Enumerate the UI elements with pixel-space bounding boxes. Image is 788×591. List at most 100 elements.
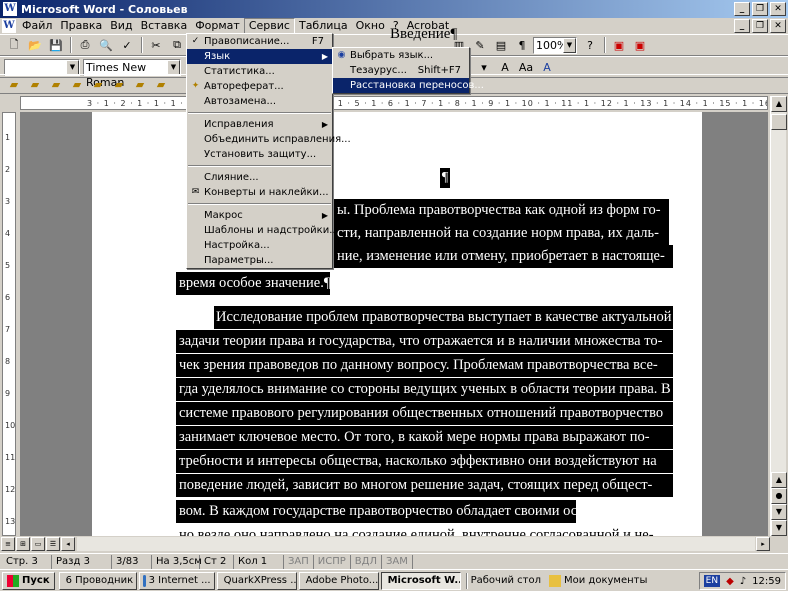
menu-item-merge-documents[interactable]: Объединить исправления... — [187, 132, 351, 147]
volume-icon[interactable]: ♪ — [740, 576, 746, 587]
scroll-down-icon[interactable]: ▼ — [771, 504, 787, 520]
menu-format[interactable]: Формат — [191, 18, 244, 34]
close-button[interactable]: ✕ — [770, 2, 786, 16]
doc-restore-button[interactable]: ❐ — [752, 19, 768, 33]
submenu-item-hyphenation[interactable]: Расстановка переносов... — [333, 78, 484, 93]
menu-window[interactable]: Окно — [352, 18, 389, 34]
menu-item-templates-addins[interactable]: Шаблоны и надстройки... — [187, 223, 339, 238]
scroll-up-icon[interactable]: ▲ — [771, 472, 787, 488]
document-icon[interactable]: W — [2, 19, 16, 33]
status-rec[interactable]: ЗАП — [284, 554, 314, 569]
menu-insert[interactable]: Вставка — [137, 18, 192, 34]
save-icon[interactable]: 💾 — [46, 36, 66, 54]
task-photoshop[interactable]: Adobe Photo... — [298, 571, 379, 590]
vertical-ruler[interactable]: 1 2 3 4 5 6 7 8 9 10 11 12 13 — [2, 112, 16, 536]
menu-view[interactable]: Вид — [106, 18, 136, 34]
drawing-icon[interactable]: ✎ — [470, 36, 490, 54]
menu-item-track-changes[interactable]: Исправления ▶ — [187, 117, 332, 132]
menu-table[interactable]: Таблица — [295, 18, 352, 34]
show-hide-icon[interactable]: ¶ — [512, 36, 532, 54]
task-label: QuarkXPress ... — [223, 574, 297, 586]
doc-close-button[interactable]: ✕ — [770, 19, 786, 33]
status-ext[interactable]: ВДЛ — [351, 554, 382, 569]
my-documents-link[interactable]: Мои документы — [564, 575, 647, 586]
horizontal-scroll-track[interactable] — [77, 537, 755, 551]
minimize-button[interactable]: _ — [734, 2, 750, 16]
document-map-icon[interactable]: ▤ — [491, 36, 511, 54]
copy-icon[interactable]: ⧉ — [167, 36, 187, 54]
doc-minimize-button[interactable]: _ — [734, 19, 750, 33]
submenu-item-set-language[interactable]: ◉ Выбрать язык... — [333, 48, 469, 63]
menu-tools[interactable]: Сервис — [243, 18, 295, 34]
toolbar-tool-icon[interactable]: ▰ — [4, 75, 24, 93]
restore-button[interactable]: ❐ — [752, 2, 768, 16]
text-line-8-content: гда уделялось внимание со стороны ведущи… — [179, 381, 671, 397]
font-select[interactable]: Times New Roman ▼ — [83, 58, 181, 89]
clock[interactable]: 12:59 — [752, 576, 781, 587]
new-document-icon[interactable]: 🗋 — [4, 36, 24, 54]
language-indicator[interactable]: EN — [703, 575, 721, 587]
toolbar-tool-icon[interactable]: ▰ — [88, 75, 108, 93]
menu-item-language[interactable]: Язык ▶ — [187, 49, 332, 64]
web-view-icon[interactable]: ⊞ — [16, 537, 30, 551]
open-folder-icon[interactable]: 📂 — [25, 36, 45, 54]
acrobat-email-icon[interactable]: ▣ — [630, 36, 650, 54]
spelling-icon[interactable]: ✓ — [117, 36, 137, 54]
task-explorer[interactable]: 6 Проводник — [58, 571, 137, 590]
scroll-up-icon[interactable]: ▲ — [771, 96, 787, 112]
menu-item-autocorrect[interactable]: Автозамена... — [187, 94, 332, 109]
vertical-scrollbar[interactable]: ▲ ▲ ● ▼ ▼ — [770, 96, 787, 536]
status-trk[interactable]: ИСПР — [314, 554, 351, 569]
normal-view-icon[interactable]: ≡ — [1, 537, 15, 551]
scroll-thumb[interactable] — [771, 114, 787, 130]
status-ovr[interactable]: ЗАМ — [382, 554, 413, 569]
menu-item-customize[interactable]: Настройка... — [187, 238, 332, 253]
toolbar-tool-icon[interactable]: ▰ — [25, 75, 45, 93]
toolbar-tool-icon[interactable]: ▰ — [46, 75, 66, 93]
browse-object-icon[interactable]: ● — [771, 488, 787, 504]
zoom-select[interactable]: 100% ▼ — [533, 36, 577, 54]
text-line-9: системе правового регулирования обществе… — [176, 402, 673, 425]
print-icon[interactable]: ⎙ — [75, 36, 95, 54]
menu-item-label: Макрос — [204, 210, 243, 221]
menu-file[interactable]: Файл — [18, 18, 56, 34]
menu-item-envelopes-labels[interactable]: ✉ Конверты и наклейки... — [187, 185, 332, 200]
status-page: Стр. 3 — [2, 554, 52, 569]
horizontal-ruler[interactable]: 3 · 1 · 2 · 1 · 1 · 1 · ⌂ · 1 · 1 · 1 · … — [20, 96, 768, 110]
outline-view-icon[interactable]: ☰ — [46, 537, 60, 551]
style-select[interactable]: ▼ — [4, 58, 80, 76]
antivirus-icon[interactable]: ◆ — [726, 576, 734, 587]
horizontal-scrollbar[interactable]: ≡ ⊞ ▭ ☰ ◂ ▸ — [0, 536, 770, 552]
menu-item-autosummarize[interactable]: ✦ Автореферат... — [187, 79, 332, 94]
task-word[interactable]: Microsoft W... — [380, 571, 461, 590]
text-line-14: но везде оно направлено на создание един… — [179, 524, 673, 536]
start-button[interactable]: Пуск — [2, 571, 55, 590]
print-preview-icon[interactable]: 🔍 — [96, 36, 116, 54]
word-app-icon: W — [3, 2, 17, 16]
task-quarkxpress[interactable]: QuarkXPress ... — [216, 571, 297, 590]
toolbar-tool-icon[interactable]: ▰ — [109, 75, 129, 93]
submenu-item-thesaurus[interactable]: Тезаурус... Shift+F7 — [333, 63, 469, 78]
menu-edit[interactable]: Правка — [56, 18, 106, 34]
menu-item-protect-document[interactable]: Установить защиту... — [187, 147, 332, 162]
toolbar-tool-icon[interactable]: ▰ — [151, 75, 171, 93]
menu-item-spelling[interactable]: ✓ Правописание... F7 — [187, 34, 332, 49]
menu-item-macro[interactable]: Макрос ▶ — [187, 208, 332, 223]
scroll-left-icon[interactable]: ◂ — [61, 537, 75, 551]
status-bar: Стр. 3 Разд 3 3/83 На 3,5см Ст 2 Кол 1 З… — [0, 553, 788, 569]
help-icon[interactable]: ? — [580, 36, 600, 54]
window-title: Microsoft Word - Соловьев — [21, 2, 188, 16]
desktop-toolbar[interactable]: Рабочий стол — [471, 575, 541, 586]
menu-item-mail-merge[interactable]: Слияние... — [187, 170, 332, 185]
cut-icon[interactable]: ✂ — [146, 36, 166, 54]
menu-item-options[interactable]: Параметры... — [187, 253, 332, 268]
toolbar-tool-icon[interactable]: ▰ — [67, 75, 87, 93]
print-view-icon[interactable]: ▭ — [31, 537, 45, 551]
toolbar-tool-icon[interactable]: ▰ — [130, 75, 150, 93]
menu-separator — [188, 165, 331, 167]
acrobat-convert-icon[interactable]: ▣ — [609, 36, 629, 54]
task-internet[interactable]: 3 Internet ... — [138, 571, 215, 590]
scroll-down-icon[interactable]: ▼ — [771, 520, 787, 536]
scroll-right-icon[interactable]: ▸ — [756, 537, 770, 551]
menu-item-word-count[interactable]: Статистика... — [187, 64, 332, 79]
